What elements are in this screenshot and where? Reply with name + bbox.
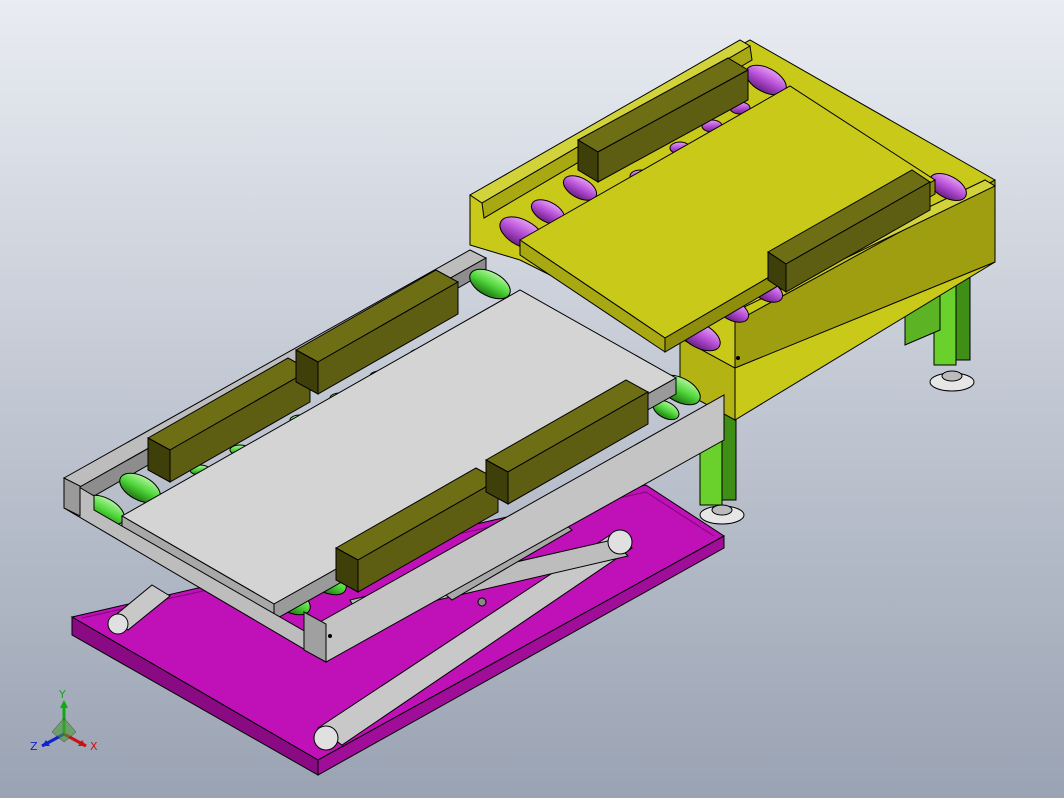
triad-y-label: Y [58, 688, 66, 701]
triad-z-label: Z [30, 740, 38, 753]
cad-viewport[interactable]: X Y Z [0, 0, 1064, 798]
triad-x-label: X [90, 740, 98, 753]
model-canvas[interactable]: X Y Z [0, 0, 1064, 798]
